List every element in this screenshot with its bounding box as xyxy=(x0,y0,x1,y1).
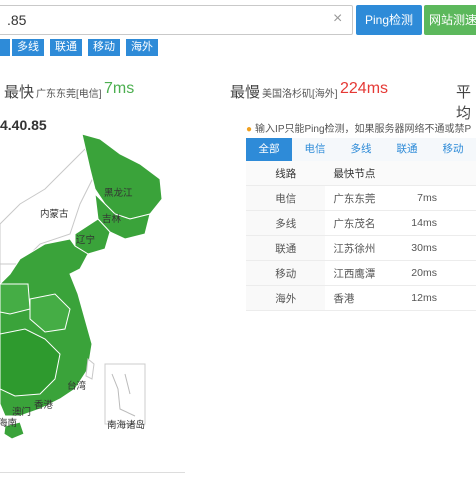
row-extra xyxy=(440,285,476,311)
filter-tag-overseas[interactable]: 海外 xyxy=(126,39,158,56)
row-node: 广东茂名 xyxy=(325,210,387,236)
row-line: 海外 xyxy=(246,285,326,311)
stats-row: 最快 广东东莞[电信] 7ms 最慢 美国洛杉矶[海外] 224ms 平均 xyxy=(0,76,476,122)
tab-mobile[interactable]: 移动 xyxy=(430,138,476,161)
row-time: 14ms xyxy=(386,210,441,236)
map-bottom-line xyxy=(0,472,185,473)
speed-test-button[interactable]: 网站测速 xyxy=(424,5,476,35)
header-extra xyxy=(440,161,476,186)
table-row: 电信 广东东莞 7ms xyxy=(246,185,476,211)
line-tabs: 全部 电信 多线 联通 移动 xyxy=(246,138,476,162)
fastest-value: 7ms xyxy=(104,80,135,97)
results-table: 线路 最快节点 电信 广东东莞 7ms 多线 广东茂名 14ms 联通 江苏徐州… xyxy=(246,161,476,311)
hint-text: ● 输入IP只能Ping检测，如果服务器网络不通或禁P xyxy=(246,120,471,135)
row-line: 联通 xyxy=(246,235,326,261)
clear-icon[interactable]: × xyxy=(333,9,342,29)
header-time xyxy=(386,161,441,186)
map-label-jilin: 吉林 xyxy=(102,214,122,225)
map-label-hainan: 海南 xyxy=(0,418,18,429)
row-line: 电信 xyxy=(246,185,326,211)
map-label-inner-mongolia: 内蒙古 xyxy=(40,209,69,220)
slowest-value: 224ms xyxy=(340,80,389,97)
row-extra xyxy=(440,260,476,286)
china-map-svg xyxy=(0,134,163,440)
row-extra xyxy=(440,235,476,261)
top-bar: × Ping检测 网站测速 xyxy=(0,0,476,38)
tab-all[interactable]: 全部 xyxy=(246,138,292,161)
tab-telecom[interactable]: 电信 xyxy=(292,138,338,161)
filter-tag-unicom[interactable]: 联通 xyxy=(50,39,82,56)
row-line: 多线 xyxy=(246,210,326,236)
row-time: 30ms xyxy=(386,235,441,261)
south-sea-inset xyxy=(104,363,146,425)
table-row: 移动 江西鹰潭 20ms xyxy=(246,260,476,286)
taiwan-region xyxy=(85,358,95,380)
row-node: 江苏徐州 xyxy=(325,235,387,261)
filter-tag-edge[interactable] xyxy=(0,39,10,56)
ip-input[interactable] xyxy=(0,5,353,35)
average-title: 平均 xyxy=(456,84,472,122)
header-line: 线路 xyxy=(246,161,326,186)
row-node: 广东东莞 xyxy=(325,185,387,211)
speaker-icon: ● xyxy=(246,124,253,135)
map-label-taiwan: 台湾 xyxy=(67,381,87,392)
row-time: 12ms xyxy=(386,285,441,311)
row-extra xyxy=(440,185,476,211)
row-node: 香港 xyxy=(325,285,387,311)
slowest-node: 美国洛杉矶[海外] xyxy=(262,89,338,100)
slowest-title: 最慢 xyxy=(230,84,261,101)
row-node: 江西鹰潭 xyxy=(325,260,387,286)
fastest-title: 最快 xyxy=(4,84,35,101)
table-row: 海外 香港 12ms xyxy=(246,285,476,311)
header-fastest-node: 最快节点 xyxy=(325,161,387,186)
tab-unicom[interactable]: 联通 xyxy=(384,138,430,161)
map-label-liaoning: 辽宁 xyxy=(76,235,96,246)
row-line: 移动 xyxy=(246,260,326,286)
ping-button[interactable]: Ping检测 xyxy=(356,5,422,35)
table-row: 多线 广东茂名 14ms xyxy=(246,210,476,236)
shaanxi-region xyxy=(0,283,31,315)
row-extra xyxy=(440,210,476,236)
filter-tag-multi[interactable]: 多线 xyxy=(12,39,44,56)
china-map: 黑龙江 吉林 辽宁 内蒙古 台湾 香港 澳门 海南 南海诸岛 xyxy=(0,134,190,474)
hint-message: 输入IP只能Ping检测，如果服务器网络不通或禁P xyxy=(255,124,472,135)
filter-tag-mobile[interactable]: 移动 xyxy=(88,39,120,56)
ip-label: 4.40.85 xyxy=(0,117,47,133)
heilongjiang-region xyxy=(81,134,163,220)
fastest-node: 广东东莞[电信] xyxy=(36,89,102,100)
map-label-hongkong: 香港 xyxy=(34,400,54,411)
table-header-row: 线路 最快节点 xyxy=(246,161,476,186)
map-label-south-sea: 南海诸岛 xyxy=(107,420,146,431)
tab-multi[interactable]: 多线 xyxy=(338,138,384,161)
row-time: 20ms xyxy=(386,260,441,286)
map-label-heilongjiang: 黑龙江 xyxy=(104,188,133,199)
table-row: 联通 江苏徐州 30ms xyxy=(246,235,476,261)
row-time: 7ms xyxy=(386,185,441,211)
